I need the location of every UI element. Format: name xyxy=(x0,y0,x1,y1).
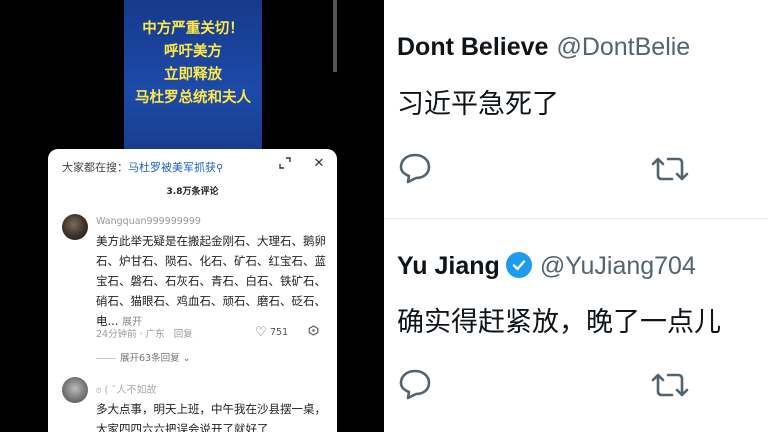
video-frame[interactable]: 中方严重关切！ 呼吁美方 立即释放 马杜罗总统和夫人 xyxy=(124,0,262,150)
search-prefix: 大家都在搜： xyxy=(62,161,128,174)
verified-badge-icon xyxy=(505,252,532,278)
chevron-down-icon: ⌄ xyxy=(179,353,191,364)
retweet-icon[interactable] xyxy=(650,369,690,405)
retweet-icon[interactable] xyxy=(650,153,690,189)
video-caption-line: 立即释放 xyxy=(164,67,222,83)
comment-time: 24分钟前 xyxy=(96,329,137,340)
video-app-panel: 中方严重关切！ 呼吁美方 立即释放 马杜罗总统和夫人 大家都在搜：马杜罗被美军抓… xyxy=(0,0,384,432)
comment-body: 美方此举无疑是在搬起金刚石、大理石、鹅卵石、炉甘石、陨石、化石、矿石、红宝石、蓝… xyxy=(96,234,326,328)
tweet-author-handle[interactable]: @YuJiang704 xyxy=(540,252,696,280)
tweet-divider xyxy=(384,218,768,219)
expand-replies-label: 展开63条回复 xyxy=(120,353,180,364)
like-count: 751 xyxy=(270,327,289,338)
tweet-author-handle[interactable]: @DontBelie xyxy=(556,33,690,61)
tweet-author-name[interactable]: Dont Believe xyxy=(397,33,548,61)
dislike-icon[interactable] xyxy=(308,325,319,339)
tweet-text: 确实得赶紧放，晚了一点儿 xyxy=(397,307,721,338)
video-caption-line: 中方严重关切！ xyxy=(142,21,244,37)
comment-username[interactable]: Wangquan999999999 xyxy=(96,216,201,227)
comment-meta: 24分钟前 · 广东 回复 xyxy=(96,329,193,340)
video-caption-line: 呼吁美方 xyxy=(164,44,222,60)
comments-sheet: 大家都在搜：马杜罗被美军抓获⚲ ✕ 3.8万条评论 Wangquan999999… xyxy=(48,149,337,432)
video-caption: 中方严重关切！ 呼吁美方 立即释放 马杜罗总统和夫人 xyxy=(124,18,262,110)
reply-icon[interactable] xyxy=(398,368,432,404)
tweet-header[interactable]: Dont Believe @DontBelie xyxy=(397,33,690,62)
comment-text: 多大点事，明天上班，中午我在沙县摆一桌，大家四四六六把误会说开了就好了 xyxy=(96,402,326,432)
comment-location: 广东 xyxy=(145,329,165,340)
tweet-header[interactable]: Yu Jiang @YuJiang704 xyxy=(397,252,696,281)
close-icon[interactable]: ✕ xyxy=(310,156,328,174)
comment-count: 3.8万条评论 xyxy=(166,187,219,197)
scroll-indicator xyxy=(333,0,337,72)
search-icon: ⚲ xyxy=(216,163,224,174)
expand-icon[interactable] xyxy=(276,157,294,175)
tweet-text: 习近平急死了 xyxy=(397,89,559,120)
avatar[interactable] xyxy=(62,377,88,403)
twitter-panel: Dont Believe @DontBelie 习近平急死了 Yu Jiang @Y… xyxy=(384,0,768,432)
divider-line xyxy=(96,358,116,359)
expand-replies-button[interactable]: 展开63条回复 ⌄ xyxy=(96,350,191,364)
reply-icon[interactable] xyxy=(398,152,432,188)
search-suggestion[interactable]: 大家都在搜：马杜罗被美军抓获⚲ xyxy=(62,159,223,175)
comment-username[interactable]: ಠ ( ˘人不如故 xyxy=(96,381,157,396)
avatar[interactable] xyxy=(62,214,88,240)
heart-icon[interactable]: ♡ xyxy=(255,325,267,340)
search-keyword-link[interactable]: 马杜罗被美军抓获 xyxy=(128,161,216,174)
reply-button[interactable]: 回复 xyxy=(174,329,193,340)
video-caption-line: 马杜罗总统和夫人 xyxy=(135,90,251,106)
tweet-author-name[interactable]: Yu Jiang xyxy=(397,252,500,280)
comment-text: 美方此举无疑是在搬起金刚石、大理石、鹅卵石、炉甘石、陨石、化石、矿石、红宝石、蓝… xyxy=(96,231,328,333)
